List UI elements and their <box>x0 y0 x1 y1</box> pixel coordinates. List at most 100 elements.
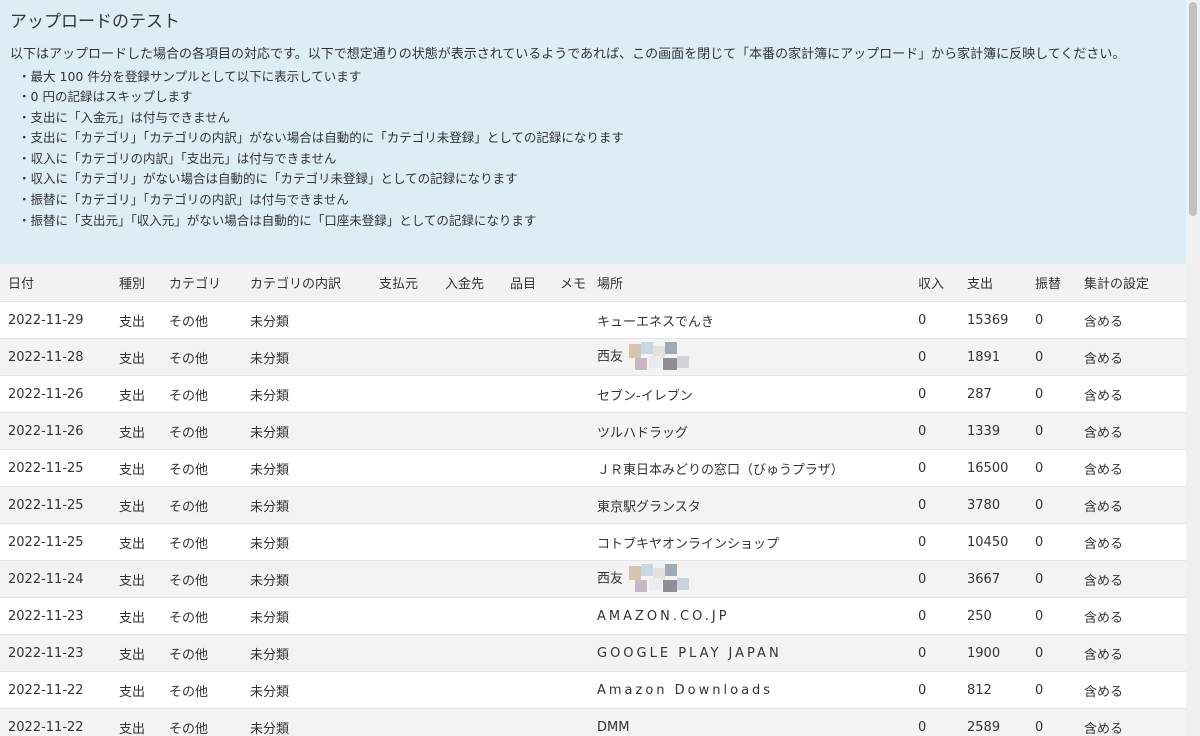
date-cell: 2022-11-28 <box>0 338 111 376</box>
column-header: カテゴリの内訳 <box>242 264 371 302</box>
subcategory-cell: 未分類 <box>242 560 371 598</box>
subcategory-cell: 未分類 <box>242 523 371 561</box>
transfer-cell: 0 <box>1027 708 1076 736</box>
income-cell: 0 <box>910 301 959 339</box>
place-text: 西友 <box>597 571 624 587</box>
date-cell: 2022-11-26 <box>0 412 111 450</box>
expense-cell: 250 <box>959 597 1027 635</box>
mosaic-tile <box>629 566 642 580</box>
memo-cell <box>552 523 589 561</box>
from-cell <box>371 560 437 598</box>
setting-cell: 含める <box>1076 560 1186 598</box>
memo-cell <box>552 597 589 635</box>
records-table: 日付 種別 カテゴリ カテゴリの内訳 支払元 入金先 品目 メモ 場所 収入 支出 振替 集計の設定 2… <box>0 264 1186 736</box>
setting-cell: 含める <box>1076 301 1186 339</box>
place-cell: 東京駅グランスタ <box>589 486 910 524</box>
info-note: 最大 100 件分を登録サンプルとして以下に表示しています <box>18 67 1176 88</box>
type-cell: 支出 <box>111 486 161 524</box>
date-cell: 2022-11-26 <box>0 375 111 413</box>
transfer-cell: 0 <box>1027 560 1076 598</box>
vertical-scrollbar[interactable] <box>1186 0 1200 736</box>
item-cell <box>502 412 552 450</box>
item-cell <box>502 523 552 561</box>
item-cell <box>502 486 552 524</box>
table-row: 2022-11-28 支出 その他 未分類 西友 0 1891 0 含める <box>0 338 1186 376</box>
column-header: 支出 <box>959 264 1027 302</box>
memo-cell <box>552 671 589 709</box>
transfer-cell: 0 <box>1027 301 1076 339</box>
table-row: 2022-11-29 支出 その他 未分類 キューエネスでんき 0 15369 0 含める <box>0 301 1186 339</box>
table-row: 2022-11-26 支出 その他 未分類 セブン-イレブン 0 287 0 含める <box>0 375 1186 413</box>
mosaic-tile <box>677 578 690 590</box>
income-cell: 0 <box>910 708 959 736</box>
from-cell <box>371 486 437 524</box>
subcategory-cell: 未分類 <box>242 412 371 450</box>
date-cell: 2022-11-25 <box>0 486 111 524</box>
date-cell: 2022-11-24 <box>0 560 111 598</box>
upload-test-page: アップロードのテスト 以下はアップロードした場合の各項目の対応です。以下で想定通… <box>0 0 1200 736</box>
date-cell: 2022-11-25 <box>0 449 111 487</box>
mosaic-tile <box>665 564 678 576</box>
subcategory-cell: 未分類 <box>242 375 371 413</box>
income-cell: 0 <box>910 412 959 450</box>
column-header: カテゴリ <box>161 264 242 302</box>
memo-cell <box>552 449 589 487</box>
place-cell: キューエネスでんき <box>589 301 910 339</box>
table-row: 2022-11-26 支出 その他 未分類 ツルハドラッグ 0 1339 0 含める <box>0 412 1186 450</box>
item-cell <box>502 597 552 635</box>
mosaic-tile <box>649 356 662 368</box>
column-header: 収入 <box>910 264 959 302</box>
date-cell: 2022-11-25 <box>0 523 111 561</box>
category-cell: その他 <box>161 523 242 561</box>
transfer-cell: 0 <box>1027 523 1076 561</box>
type-cell: 支出 <box>111 634 161 672</box>
table-row: 2022-11-23 支出 その他 未分類 AMAZON.CO.JP 0 250 0 含める <box>0 597 1186 635</box>
scrollbar-thumb[interactable] <box>1189 2 1197 216</box>
expense-cell: 10450 <box>959 523 1027 561</box>
info-note: 支出に「入金元」は付与できません <box>18 108 1176 129</box>
type-cell: 支出 <box>111 560 161 598</box>
type-cell: 支出 <box>111 708 161 736</box>
subcategory-cell: 未分類 <box>242 338 371 376</box>
setting-cell: 含める <box>1076 412 1186 450</box>
expense-cell: 1900 <box>959 634 1027 672</box>
category-cell: その他 <box>161 375 242 413</box>
type-cell: 支出 <box>111 597 161 635</box>
setting-cell: 含める <box>1076 486 1186 524</box>
memo-cell <box>552 560 589 598</box>
expense-cell: 16500 <box>959 449 1027 487</box>
category-cell: その他 <box>161 338 242 376</box>
redacted-mosaic <box>629 342 691 372</box>
memo-cell <box>552 301 589 339</box>
mosaic-tile <box>663 580 678 592</box>
item-cell <box>502 560 552 598</box>
memo-cell <box>552 375 589 413</box>
to-cell <box>437 523 502 561</box>
info-note: 振替に「カテゴリ」「カテゴリの内訳」は付与できません <box>18 190 1176 211</box>
income-cell: 0 <box>910 523 959 561</box>
column-header: 場所 <box>589 264 910 302</box>
category-cell: その他 <box>161 597 242 635</box>
column-header: 種別 <box>111 264 161 302</box>
header-row: 日付 種別 カテゴリ カテゴリの内訳 支払元 入金先 品目 メモ 場所 収入 支出 振替 集計の設定 <box>0 264 1186 302</box>
mosaic-tile <box>635 358 648 370</box>
setting-cell: 含める <box>1076 523 1186 561</box>
table-row: 2022-11-25 支出 その他 未分類 東京駅グランスタ 0 3780 0 含める <box>0 486 1186 524</box>
place-cell: AMAZON.CO.JP <box>589 597 910 635</box>
memo-cell <box>552 708 589 736</box>
transfer-cell: 0 <box>1027 634 1076 672</box>
place-text: コトブキヤオンラインショップ <box>597 536 780 552</box>
table-header: 日付 種別 カテゴリ カテゴリの内訳 支払元 入金先 品目 メモ 場所 収入 支出 振替 集計の設定 <box>0 264 1186 302</box>
date-cell: 2022-11-22 <box>0 708 111 736</box>
table-body: 2022-11-29 支出 その他 未分類 キューエネスでんき 0 15369 0 含める 202… <box>0 301 1186 736</box>
income-cell: 0 <box>910 671 959 709</box>
to-cell <box>437 375 502 413</box>
from-cell <box>371 708 437 736</box>
transfer-cell: 0 <box>1027 671 1076 709</box>
place-text: DMM <box>597 719 630 735</box>
info-note: 振替に「支出元」「収入元」がない場合は自動的に「口座未登録」としての記録になりま… <box>18 211 1176 232</box>
column-header: 入金先 <box>437 264 502 302</box>
from-cell <box>371 449 437 487</box>
expense-cell: 3667 <box>959 560 1027 598</box>
income-cell: 0 <box>910 560 959 598</box>
